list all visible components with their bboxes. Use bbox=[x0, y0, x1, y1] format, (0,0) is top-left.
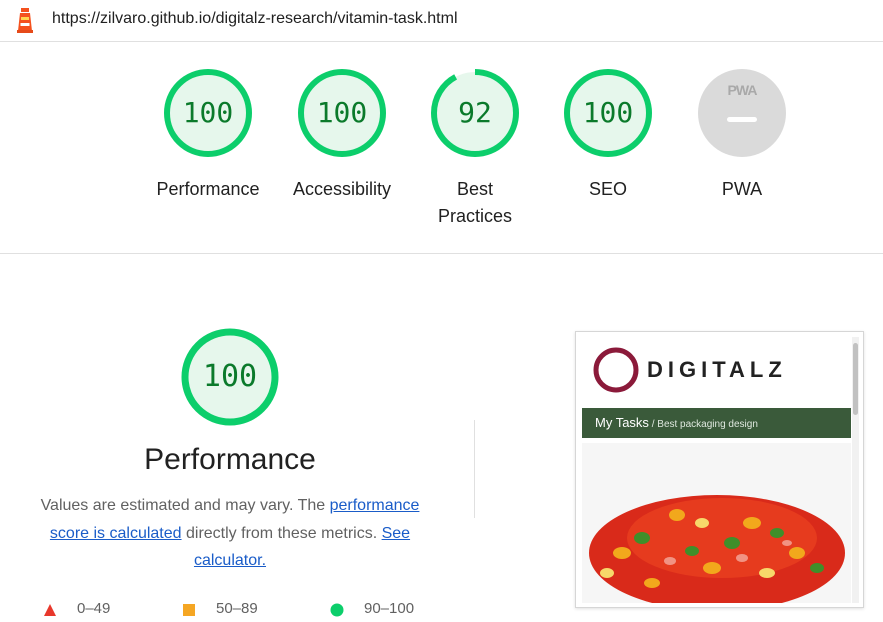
lighthouse-icon bbox=[17, 8, 33, 33]
triangle-icon bbox=[44, 604, 56, 616]
performance-score-gauge: 100 bbox=[180, 327, 280, 427]
legend-range: 50–89 bbox=[216, 600, 258, 617]
address-bar: https://zilvaro.github.io/digitalz-resea… bbox=[0, 0, 883, 42]
screenshot-page: DIGITALZ My Tasks / Best packaging desig… bbox=[581, 337, 851, 603]
gauge-label: Accessibility bbox=[292, 179, 392, 199]
site-nav-main: My Tasks bbox=[595, 415, 649, 430]
gauge-accessibility[interactable]: 100 Accessibility bbox=[280, 68, 404, 203]
square-icon bbox=[183, 604, 195, 616]
gauge-score: 100 bbox=[582, 96, 634, 129]
digitalz-logo-icon bbox=[593, 347, 639, 393]
gauge-ring: 92 bbox=[430, 68, 520, 158]
legend-range: 90–100 bbox=[364, 600, 415, 617]
gauge-pwa[interactable]: PWA PWA bbox=[680, 68, 804, 203]
gauge-score: 92 bbox=[458, 96, 492, 129]
desc-prefix: Values are estimated and may vary. The bbox=[40, 497, 330, 514]
circle-icon bbox=[330, 603, 344, 617]
gauge-ring: 100 bbox=[563, 68, 653, 158]
scrollbar-thumb[interactable] bbox=[853, 343, 858, 415]
gauge-seo[interactable]: 100 SEO bbox=[546, 68, 670, 203]
gauge-score: 100 bbox=[316, 96, 368, 129]
gauge-label-line2: Practices bbox=[437, 206, 513, 226]
legend-range: 0–49 bbox=[77, 600, 111, 617]
pwa-badge-text: PWA bbox=[727, 82, 758, 98]
site-brand: DIGITALZ bbox=[647, 357, 787, 382]
gummy-bears-image bbox=[582, 443, 851, 603]
gauge-ring: 100 bbox=[163, 68, 253, 158]
screenshot-scrollbar[interactable] bbox=[852, 337, 859, 603]
site-nav-bar: My Tasks / Best packaging design bbox=[582, 408, 851, 438]
gauge-label: PWA bbox=[721, 179, 763, 199]
category-gauges: 100 Performance 100 Accessibility 92 Bes… bbox=[0, 42, 883, 254]
pwa-badge: PWA bbox=[697, 68, 787, 158]
performance-score: 100 bbox=[202, 359, 258, 394]
site-nav-sub: / Best packaging design bbox=[648, 419, 758, 430]
pwa-dash bbox=[727, 117, 757, 122]
gauge-label: SEO bbox=[588, 179, 627, 199]
url-text[interactable]: https://zilvaro.github.io/digitalz-resea… bbox=[52, 10, 458, 28]
gauge-score: 100 bbox=[182, 96, 234, 129]
performance-title: Performance bbox=[144, 443, 316, 476]
pwa-icon: PWA bbox=[697, 68, 787, 158]
gauge-ring: 100 bbox=[297, 68, 387, 158]
gummy-bears-illustration bbox=[582, 443, 851, 603]
final-screenshot[interactable]: DIGITALZ My Tasks / Best packaging desig… bbox=[575, 331, 864, 608]
section-divider bbox=[474, 420, 475, 518]
gauge-label-line1: Best bbox=[456, 179, 494, 199]
gauge-label: Best Practices bbox=[413, 176, 537, 230]
desc-middle: directly from these metrics. bbox=[181, 524, 382, 542]
performance-description: Values are estimated and may vary. The p… bbox=[30, 492, 430, 575]
gauge-label: Performance bbox=[156, 179, 260, 199]
gauge-best-practices[interactable]: 92 Best Practices bbox=[413, 68, 537, 230]
gauge-performance[interactable]: 100 Performance bbox=[146, 68, 270, 203]
